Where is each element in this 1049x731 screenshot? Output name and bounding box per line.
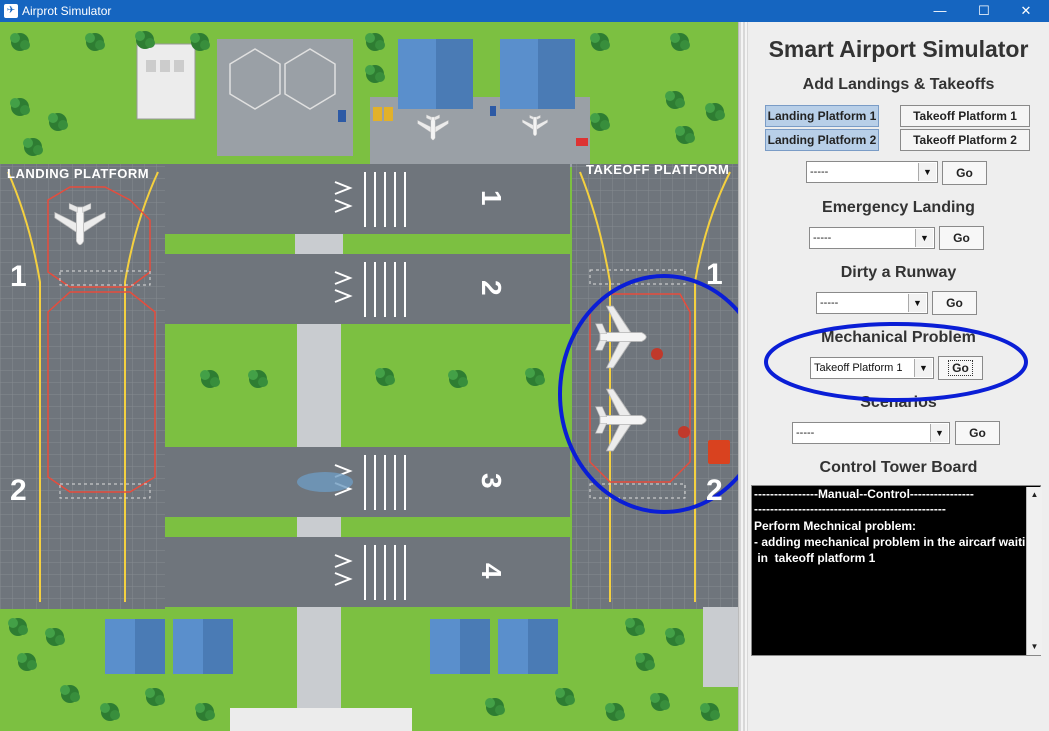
runway-number-4: 4: [476, 562, 508, 580]
annotation-overlay: [764, 322, 1028, 402]
maximize-button[interactable]: ☐: [964, 0, 1004, 22]
landing-platform-label: LANDING PLATFORM: [7, 166, 150, 181]
window-title: Airprot Simulator: [22, 4, 112, 18]
split-pane-divider[interactable]: [738, 22, 748, 731]
title-bar: ✈ Airprot Simulator — ☐ ✕: [0, 0, 1049, 22]
runway-number-3: 3: [476, 472, 508, 490]
minimize-button[interactable]: —: [920, 0, 960, 22]
app-icon: ✈: [4, 4, 18, 18]
airport-map: LANDING PLATFORM TAKEOFF PLATFORM 1 2 1 …: [0, 22, 738, 731]
landing-spot-number-1: 1: [10, 260, 28, 293]
runway-number-2: 2: [476, 279, 508, 297]
control-panel: Smart Airport Simulator Add Landings & T…: [748, 22, 1049, 731]
takeoff-platform-label: TAKEOFF PLATFORM: [586, 162, 730, 177]
close-button[interactable]: ✕: [1006, 0, 1046, 22]
airport-map-canvas: [0, 31, 738, 731]
runway-number-1: 1: [476, 189, 508, 207]
takeoff-spot-number-2: 2: [706, 474, 724, 507]
takeoff-spot-number-1: 1: [706, 258, 724, 291]
app-window: ✈ Airprot Simulator — ☐ ✕ LANDING PLATFO…: [0, 0, 1049, 731]
landing-spot-number-2: 2: [10, 474, 28, 507]
